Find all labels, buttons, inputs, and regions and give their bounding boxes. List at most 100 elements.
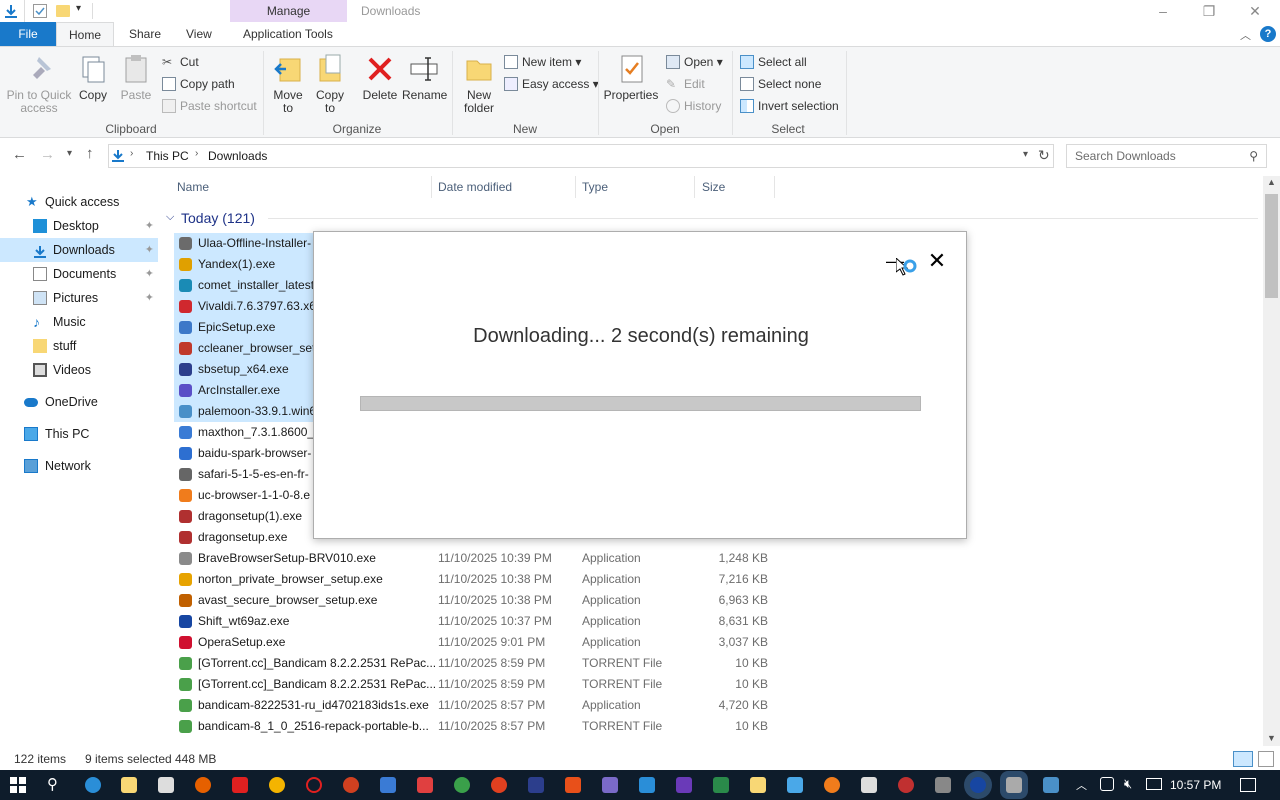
file-row[interactable]: OperaSetup.exe 11/10/2025 9:01 PM Applicat… [174, 632, 774, 653]
open-button[interactable]: Open ▾ [664, 52, 723, 72]
app-icon[interactable] [787, 777, 803, 793]
back-arrow-icon[interactable]: ← [12, 146, 27, 163]
nav-videos[interactable]: Videos [0, 358, 158, 382]
file-row[interactable]: Shift_wt69az.exe 11/10/2025 10:37 PM Appli… [174, 611, 774, 632]
chrome-icon[interactable] [269, 777, 285, 793]
address-bar[interactable]: › This PC › Downloads ▾ [108, 144, 1054, 168]
select-none-button[interactable]: Select none [738, 74, 821, 94]
manage-context-tab[interactable]: Manage [230, 0, 347, 22]
opera-gx-icon[interactable] [491, 777, 507, 793]
visual-studio-icon[interactable] [676, 777, 692, 793]
nav-quick-access[interactable]: ★ Quick access [0, 190, 158, 214]
pin-quick-access-button[interactable]: Pin to Quick access [6, 53, 72, 115]
paste-shortcut-button[interactable]: Paste shortcut [160, 96, 257, 116]
address-dropdown-icon[interactable]: ▾ [1023, 149, 1028, 160]
app-icon[interactable] [824, 777, 840, 793]
app-icon[interactable] [602, 777, 618, 793]
breadcrumb-this-pc[interactable]: This PC [146, 149, 189, 163]
group-header-today[interactable]: Today (121) [181, 207, 255, 229]
nav-desktop[interactable]: Desktop ✦ [0, 214, 158, 238]
forward-arrow-icon[interactable]: → [40, 146, 55, 163]
app-icon[interactable] [1043, 777, 1059, 793]
nav-stuff[interactable]: stuff [0, 334, 158, 358]
nav-downloads[interactable]: Downloads ✦ [0, 238, 158, 262]
clock[interactable]: 10:57 PM [1170, 770, 1221, 800]
new-folder-button[interactable]: New folder [458, 53, 500, 115]
column-name[interactable]: Name [173, 176, 432, 198]
network-tray-icon[interactable] [1146, 778, 1162, 790]
column-date-modified[interactable]: Date modified [434, 176, 576, 198]
edge-icon[interactable] [85, 777, 101, 793]
delete-button[interactable]: Delete [360, 53, 400, 102]
copy-button[interactable]: Copy [76, 53, 110, 102]
up-arrow-icon[interactable]: ↑ [86, 145, 94, 162]
cut-button[interactable]: ✂ Cut [160, 52, 199, 72]
tab-share[interactable]: Share [117, 22, 173, 46]
nav-network[interactable]: Network [0, 454, 158, 478]
vertical-scrollbar[interactable]: ▲ ▼ [1263, 176, 1280, 746]
file-row[interactable]: BraveBrowserSetup-BRV010.exe 11/10/2025 1… [174, 548, 774, 569]
app-icon[interactable] [639, 777, 655, 793]
shift-icon[interactable] [970, 777, 986, 793]
scroll-down-icon[interactable]: ▼ [1267, 733, 1276, 743]
tab-application-tools[interactable]: Application Tools [231, 22, 345, 46]
tray-icon[interactable] [1100, 777, 1114, 791]
new-folder-qat-icon[interactable] [56, 5, 70, 17]
nav-this-pc[interactable]: This PC [0, 422, 158, 446]
installer-icon[interactable] [1006, 777, 1022, 793]
app-icon[interactable] [935, 777, 951, 793]
notifications-icon[interactable] [1240, 778, 1256, 792]
rename-button[interactable]: Rename [402, 53, 447, 102]
close-button[interactable]: ✕ [1232, 0, 1278, 22]
app-icon[interactable] [528, 777, 544, 793]
properties-button[interactable]: Properties [602, 53, 660, 102]
nav-music[interactable]: ♪ Music [0, 310, 158, 334]
help-icon[interactable]: ? [1260, 26, 1276, 42]
refresh-icon[interactable]: ↻ [1038, 147, 1050, 164]
dialog-close-button[interactable]: ✕ [926, 250, 948, 272]
collapse-ribbon-icon[interactable]: ︿ [1240, 27, 1251, 43]
paste-button[interactable]: Paste [118, 53, 154, 102]
app-icon[interactable] [861, 777, 877, 793]
nav-documents[interactable]: Documents ✦ [0, 262, 158, 286]
edit-button[interactable]: ✎ Edit [664, 74, 705, 94]
tab-view[interactable]: View [174, 22, 224, 46]
file-row[interactable]: [GTorrent.cc]_Bandicam 8.2.2.2531 RePac.… [174, 674, 774, 695]
column-size[interactable]: Size [698, 176, 775, 198]
volume-icon[interactable]: 🔇︎ [1124, 776, 1132, 792]
recent-locations-icon[interactable]: ▾ [67, 148, 72, 159]
file-row[interactable]: bandicam-8222531-ru_id4702183ids1s.exe 11… [174, 695, 774, 716]
copy-to-button[interactable]: Copy to [310, 53, 350, 115]
group-collapse-chevron-icon[interactable]: ⌵ [166, 211, 174, 224]
tab-home[interactable]: Home [56, 22, 114, 46]
easy-access-button[interactable]: Easy access ▾ [502, 74, 599, 94]
select-all-button[interactable]: Select all [738, 52, 807, 72]
opera-icon[interactable] [306, 777, 322, 793]
tray-chevron-icon[interactable]: ︿ [1076, 777, 1087, 793]
nav-onedrive[interactable]: OneDrive [0, 390, 158, 414]
tab-file[interactable]: File [0, 22, 56, 46]
copy-path-button[interactable]: Copy path [160, 74, 235, 94]
breadcrumb-chevron-icon[interactable]: › [195, 148, 198, 159]
file-row[interactable]: avast_secure_browser_setup.exe 11/10/2025… [174, 590, 774, 611]
ccleaner-icon[interactable] [343, 777, 359, 793]
yandex-icon[interactable] [232, 777, 248, 793]
shield-icon[interactable] [380, 777, 396, 793]
move-to-button[interactable]: Move to [268, 53, 308, 115]
app-icon[interactable] [454, 777, 470, 793]
properties-qat-icon[interactable] [33, 4, 47, 18]
brave-icon[interactable] [565, 777, 581, 793]
large-icons-view-icon[interactable] [1258, 751, 1274, 767]
app-icon[interactable] [713, 777, 729, 793]
new-item-button[interactable]: New item ▾ [502, 52, 581, 72]
app-icon[interactable] [898, 777, 914, 793]
store-icon[interactable] [158, 777, 174, 793]
qat-dropdown-icon[interactable]: ▾ [76, 3, 81, 14]
file-row[interactable]: bandicam-8_1_0_2516-repack-portable-b...… [174, 716, 774, 737]
file-explorer-icon[interactable] [121, 777, 137, 793]
search-icon[interactable]: ⚲ [47, 775, 58, 793]
minimize-button[interactable]: – [1140, 0, 1186, 22]
nav-pictures[interactable]: Pictures ✦ [0, 286, 158, 310]
column-type[interactable]: Type [578, 176, 695, 198]
folder-icon[interactable] [750, 777, 766, 793]
